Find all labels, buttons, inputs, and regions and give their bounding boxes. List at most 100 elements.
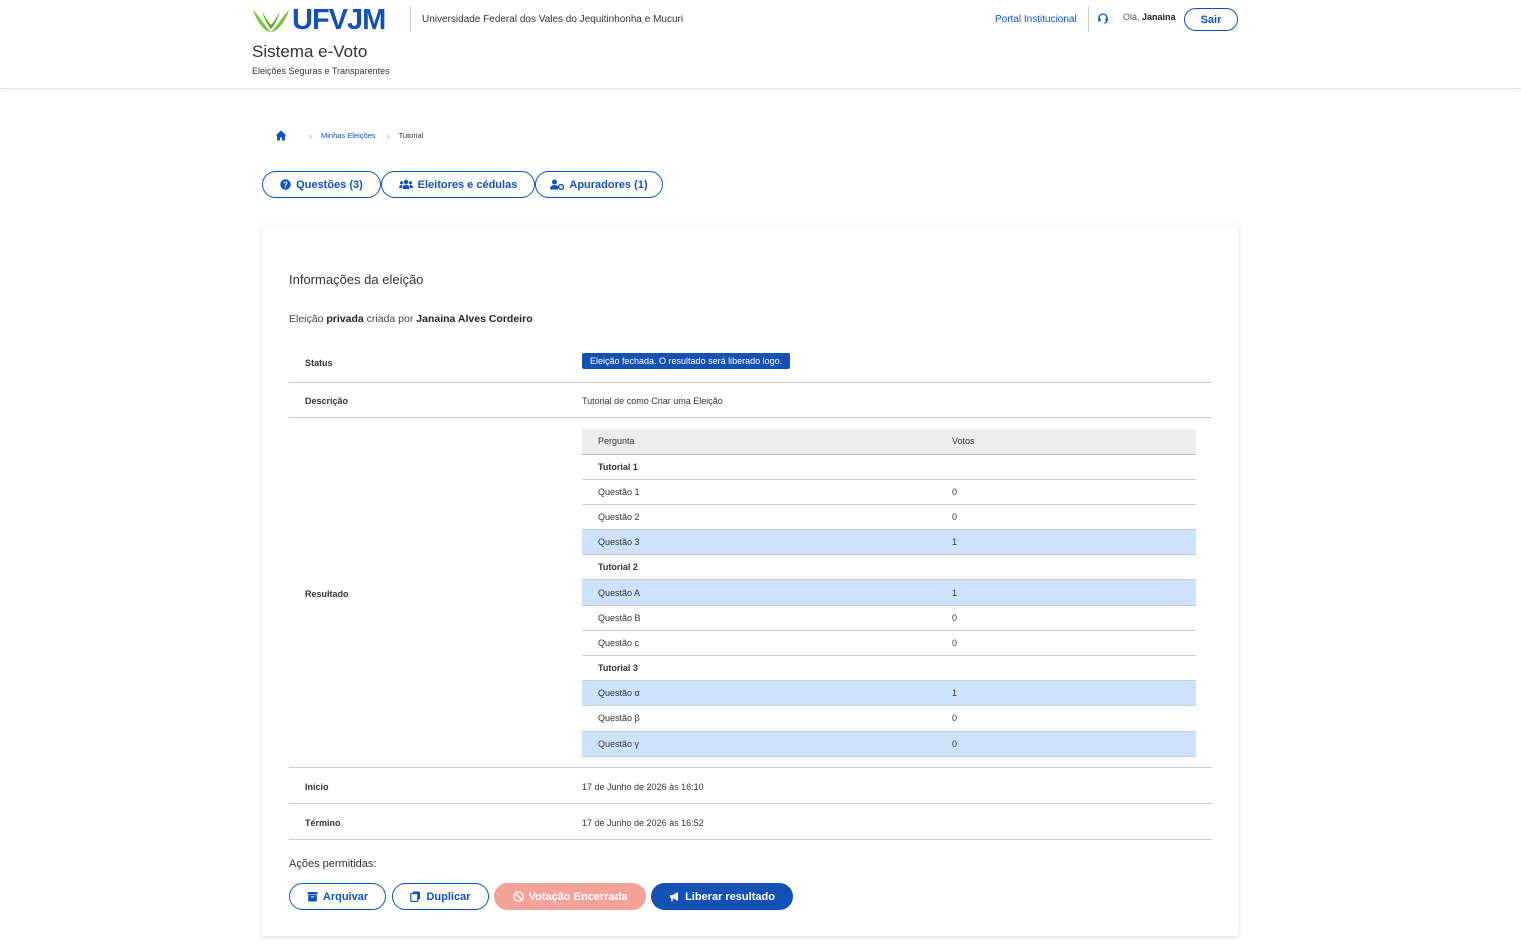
vote-count: 1 [952,529,1196,556]
logo-text: UFVJM [292,4,386,36]
portal-institucional-link[interactable]: Portal Institucional [995,14,1077,25]
election-owner: Eleição privada criada por Janaina Alves… [289,313,533,325]
result-group-row: Tutorial 1 [582,454,1196,480]
release-result-button[interactable]: Liberar resultado [651,883,793,910]
start-value: 17 de Junho de 2026 às 16:10 [582,782,704,792]
description-label: Descrição [305,396,349,406]
result-item-row: Questão B0 [582,605,1196,631]
home-icon[interactable] [275,130,287,141]
question-label: Questão c [582,630,952,657]
owner-prefix: Eleição [289,313,324,325]
vote-count [952,554,1196,581]
election-tabs: ? Questões (3) Eleitores e cédulas Apura… [262,171,663,198]
question-circle-icon: ? [280,179,291,190]
headset-icon[interactable] [1097,12,1109,24]
result-group-row: Tutorial 3 [582,655,1196,682]
result-item-row: Questão 31 [582,529,1196,556]
result-item-row: Questão α1 [582,680,1196,707]
ban-icon [512,891,524,902]
result-label: Resultado [305,589,349,599]
description-value: Tutorial de como Criar uma Eleição [582,396,723,406]
status-label: Status [305,358,333,368]
start-label: Início [305,782,329,792]
actions-label: Ações permitidas: [289,858,377,870]
vote-count: 0 [952,731,1196,757]
status-badge: Eleição fechada. O resultado será libera… [582,353,791,369]
group-title: Tutorial 1 [582,454,952,480]
release-result-label: Liberar resultado [685,890,775,903]
system-title: Sistema e-Voto [252,42,368,61]
chevron-right-icon: › [386,130,390,141]
result-item-row: Questão γ0 [582,731,1196,757]
start-row: Início 17 de Junho de 2026 às 16:10 [289,768,1212,804]
result-item-row: Questão 10 [582,479,1196,505]
tab-eleitores[interactable]: Eleitores e cédulas [381,171,535,198]
question-label: Questão 3 [582,529,952,556]
question-label: Questão B [582,605,952,631]
end-value: 17 de Junho de 2026 às 16:52 [582,818,704,828]
duplicate-label: Duplicar [426,890,471,903]
tab-apuradores[interactable]: Apuradores (1) [535,171,663,198]
owner-name: Janaina Alves Cordeiro [416,313,533,325]
breadcrumb-current: Tutorial [398,131,424,140]
archive-icon [307,892,318,902]
vote-count: 0 [952,630,1196,657]
end-row: Término 17 de Junho de 2026 às 16:52 [289,804,1212,840]
breadcrumb-minhas-eleicoes[interactable]: Minhas Eleições [321,131,376,140]
user-greeting: Olá, Janaina [1123,12,1176,22]
duplicate-button[interactable]: Duplicar [392,883,489,910]
copy-icon [410,891,421,902]
users-icon [398,179,413,189]
description-row: Descrição Tutorial de como Criar uma Ele… [289,383,1212,418]
voting-closed-label: Votação Encerrada [528,890,628,903]
breadcrumb: › Minhas Eleições › Tutorial [275,130,423,141]
ufvjm-logo[interactable]: UFVJM [252,4,386,37]
svg-text:?: ? [283,180,288,189]
column-header-pergunta: Pergunta [582,429,952,455]
card-title: Informações da eleição [289,272,424,287]
system-subtitle: Eleições Seguras e Transparentes [252,66,390,76]
question-label: Questão γ [582,731,952,757]
voting-closed-button[interactable]: Votação Encerrada [494,883,646,910]
question-label: Questão α [582,680,952,707]
leaf-logo-icon [253,9,289,32]
results-body: Tutorial 1 Questão 1 0 Questão 2 0 Questão 31… [582,454,1196,757]
end-label: Término [305,818,341,828]
vote-count [952,655,1196,682]
election-info-card: Informações da eleição Eleição privada c… [262,225,1238,936]
result-group-row: Tutorial 2 [582,554,1196,581]
user-cog-icon [550,179,565,190]
column-header-votos: Votos [952,429,1196,455]
result-item-row: Questão c0 [582,630,1196,657]
vote-count: 1 [952,680,1196,707]
megaphone-icon [670,892,679,902]
result-item-row: Questão 20 [582,504,1196,531]
user-name: Janaina [1142,12,1176,22]
question-label: Questão A [582,579,952,606]
results-header-row: Pergunta Votos [582,429,1196,455]
status-row: Status Eleição fechada. O resultado será… [289,346,1212,383]
question-label: Questão 1 [582,479,952,505]
result-item-row: Questão A1 [582,579,1196,606]
result-item-row: Questão β0 [582,705,1196,732]
university-name: Universidade Federal dos Vales do Jequit… [422,14,684,25]
logout-button[interactable]: Sair [1184,8,1238,31]
tab-eleitores-label: Eleitores e cédulas [417,178,518,191]
archive-label: Arquivar [322,890,369,903]
group-title: Tutorial 3 [582,655,952,682]
archive-button[interactable]: Arquivar [289,883,386,910]
vote-count: 0 [952,705,1196,732]
tab-questoes[interactable]: ? Questões (3) [262,171,381,198]
question-label: Questão β [582,705,952,732]
owner-mid-text: criada por [366,313,414,325]
election-type: privada [326,313,364,325]
group-title: Tutorial 2 [582,554,952,581]
results-table: Pergunta Votos Tutorial 1 Questão 1 0 Quest… [582,429,1196,757]
chevron-right-icon: › [309,130,312,141]
question-label: Questão 2 [582,504,952,531]
vote-count: 1 [952,579,1196,606]
vote-count [952,454,1196,480]
tab-apuradores-label: Apuradores (1) [569,178,648,191]
vote-count: 0 [952,479,1196,505]
vote-count: 0 [952,605,1196,631]
